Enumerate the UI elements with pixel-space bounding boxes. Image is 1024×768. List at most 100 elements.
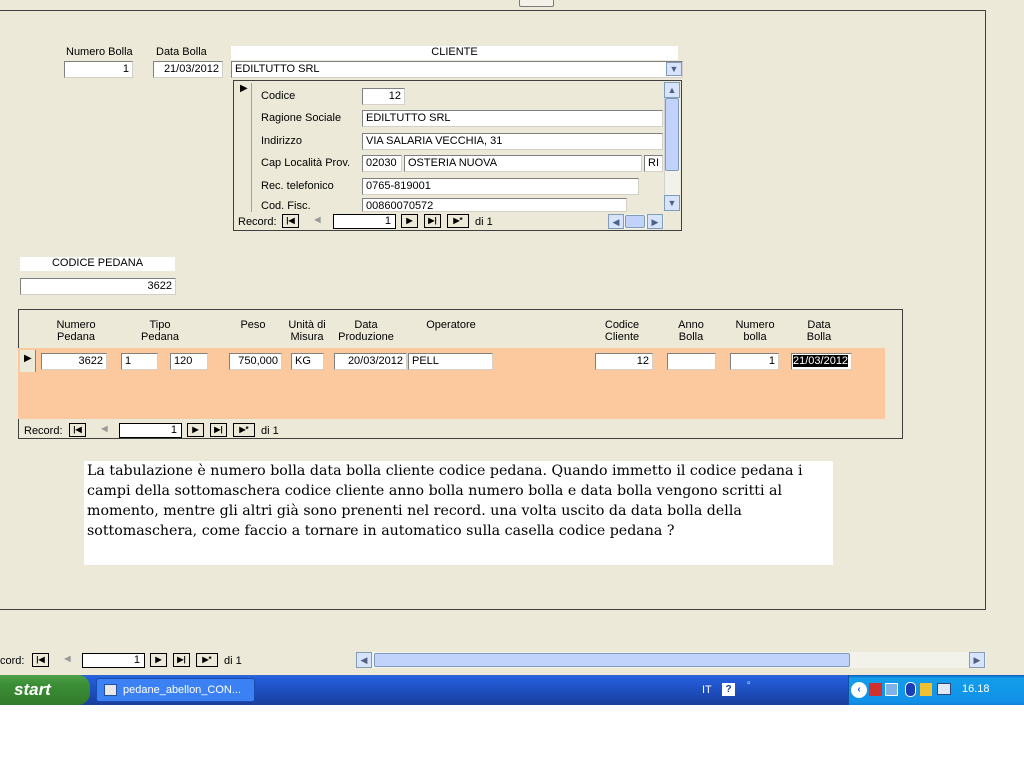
cliente-combo[interactable]: EDILTUTTO SRL: [231, 61, 683, 78]
col-label: Data Bolla: [806, 319, 832, 343]
cap-label: Cap Località Prov.: [261, 157, 351, 169]
scroll-right-icon[interactable]: ▶: [647, 214, 663, 229]
main-record-number[interactable]: 1: [82, 653, 145, 668]
numero-bolla-sub-field[interactable]: 1: [730, 353, 779, 370]
indirizzo-field[interactable]: VIA SALARIA VECCHIA, 31: [362, 133, 663, 150]
scroll-left-icon[interactable]: ◀: [356, 652, 372, 668]
data-bolla-field[interactable]: 21/03/2012: [153, 61, 223, 78]
next-record-icon[interactable]: ▶: [187, 423, 204, 437]
restore-icon[interactable]: ▫: [747, 678, 751, 689]
antivirus-icon[interactable]: [869, 683, 882, 696]
prov-field[interactable]: RI: [644, 155, 663, 172]
ragione-sociale-label: Ragione Sociale: [261, 112, 342, 124]
new-record-icon[interactable]: ▶*: [196, 653, 218, 667]
last-record-icon[interactable]: ▶|: [210, 423, 227, 437]
next-record-icon[interactable]: ▶: [150, 653, 167, 667]
last-record-icon[interactable]: ▶|: [424, 214, 441, 228]
subform-row-selector-icon[interactable]: ▶: [20, 350, 36, 372]
peso-field[interactable]: 750,000: [229, 353, 282, 370]
col-label: Numero Pedana: [56, 319, 96, 343]
col-label: Numero bolla: [735, 319, 775, 343]
note-text: La tabulazione è numero bolla data bolla…: [84, 461, 833, 565]
start-label: start: [14, 680, 51, 699]
anno-bolla-field[interactable]: [667, 353, 716, 370]
codfisc-field[interactable]: 00860070572: [362, 198, 627, 212]
col-label: Operatore: [426, 319, 476, 331]
cliente-label: CLIENTE: [231, 46, 678, 60]
main-record-label: cord:: [0, 655, 25, 667]
screen: Numero Bolla Data Bolla CLIENTE 1 21/03/…: [0, 0, 1024, 768]
col-label: Anno Bolla: [678, 319, 704, 343]
col-data-bolla: Data Bolla: [797, 319, 841, 343]
cliente-hscroll-thumb[interactable]: [625, 215, 645, 228]
col-numero-pedana: Numero Pedana: [54, 319, 98, 343]
ragione-sociale-field[interactable]: EDILTUTTO SRL: [362, 110, 663, 127]
cliente-record-total: di 1: [475, 216, 493, 228]
codice-cliente-field[interactable]: 12: [595, 353, 653, 370]
cliente-dropdown-icon[interactable]: ▼: [666, 62, 682, 76]
main-hscroll-thumb[interactable]: [374, 653, 850, 667]
last-record-icon[interactable]: ▶|: [173, 653, 190, 667]
first-record-icon[interactable]: |◀: [32, 653, 49, 667]
data-produzione-field[interactable]: 20/03/2012: [334, 353, 407, 370]
col-data-produzione: Data Produzione: [336, 319, 396, 343]
codice-field[interactable]: 12: [362, 88, 405, 105]
numero-bolla-label: Numero Bolla: [66, 46, 133, 58]
help-icon[interactable]: ?: [722, 683, 735, 696]
col-anno-bolla: Anno Bolla: [673, 319, 709, 343]
col-peso: Peso: [237, 319, 269, 331]
numero-pedana-field[interactable]: 3622: [41, 353, 107, 370]
telefono-field[interactable]: 0765-819001: [362, 178, 639, 195]
new-record-icon[interactable]: ▶*: [233, 423, 255, 437]
clock[interactable]: 16.18: [962, 683, 990, 695]
scroll-right-icon[interactable]: ▶: [969, 652, 985, 668]
prev-record-icon[interactable]: ◀: [309, 214, 326, 228]
new-record-icon[interactable]: ▶*: [447, 214, 469, 228]
numero-bolla-field[interactable]: 1: [64, 61, 133, 78]
record-selector-icon[interactable]: ▶: [236, 83, 252, 212]
first-record-icon[interactable]: |◀: [282, 214, 299, 228]
network-icon[interactable]: [885, 683, 898, 696]
codice-pedana-field[interactable]: 3622: [20, 278, 176, 295]
scroll-left-icon[interactable]: ◀: [608, 214, 624, 229]
localita-field[interactable]: OSTERIA NUOVA: [404, 155, 642, 172]
tray-expand-icon[interactable]: ‹: [851, 682, 867, 698]
tipo-pedana-desc-field[interactable]: 120: [170, 353, 208, 370]
operatore-field[interactable]: PELL: [408, 353, 493, 370]
codice-label: Codice: [261, 90, 296, 102]
cap-field[interactable]: 02030: [362, 155, 402, 172]
data-bolla-sub-value: 21/03/2012: [793, 355, 849, 367]
col-operatore: Operatore: [420, 319, 482, 331]
col-tipo-pedana: Tipo Pedana: [134, 319, 186, 343]
data-bolla-label: Data Bolla: [156, 46, 207, 58]
data-bolla-sub-field[interactable]: 21/03/2012: [791, 353, 852, 370]
language-indicator[interactable]: IT: [702, 684, 712, 696]
unita-misura-field[interactable]: KG: [291, 353, 324, 370]
cliente-record-number[interactable]: 1: [333, 214, 396, 229]
scroll-up-icon[interactable]: ▲: [664, 82, 680, 98]
subform-record-label: Record:: [24, 425, 63, 437]
cliente-combo-value: EDILTUTTO SRL: [235, 63, 320, 75]
first-record-icon[interactable]: |◀: [69, 423, 86, 437]
col-label: Codice Cliente: [604, 319, 640, 343]
start-button[interactable]: start: [0, 675, 90, 705]
taskbar-app-button[interactable]: pedane_abellon_CON...: [96, 678, 255, 702]
bluetooth-icon[interactable]: [905, 682, 916, 697]
tipo-pedana-field[interactable]: 1: [121, 353, 158, 370]
col-codice-cliente: Codice Cliente: [600, 319, 644, 343]
next-record-icon[interactable]: ▶: [401, 214, 418, 228]
main-record-total: di 1: [224, 655, 242, 667]
device-icon[interactable]: [920, 683, 932, 696]
display-icon[interactable]: [937, 683, 951, 695]
prev-record-icon[interactable]: ◀: [96, 423, 113, 437]
app-icon: [104, 684, 117, 696]
prev-record-icon[interactable]: ◀: [59, 653, 76, 667]
taskbar: start pedane_abellon_CON... IT ? ▫ ‹ 16.…: [0, 675, 1024, 705]
cliente-vscroll-thumb[interactable]: [665, 98, 679, 171]
scroll-down-icon[interactable]: ▼: [664, 195, 680, 211]
top-button[interactable]: [519, 0, 554, 7]
subform-record-total: di 1: [261, 425, 279, 437]
system-tray: ‹ 16.18: [848, 675, 1024, 705]
codfisc-label: Cod. Fisc.: [261, 200, 311, 212]
subform-record-number[interactable]: 1: [119, 423, 182, 438]
